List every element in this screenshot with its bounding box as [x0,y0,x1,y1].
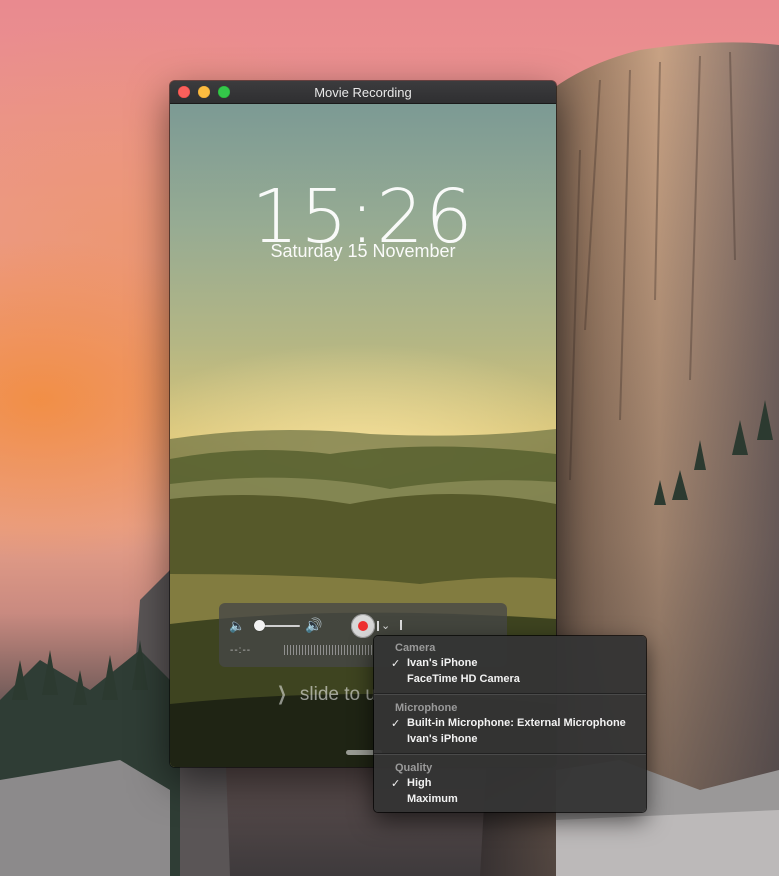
menu-item-label: Ivan's iPhone [407,657,478,669]
menu-item-label: Built-in Microphone: External Microphone [407,717,626,729]
elapsed-time: --:-- [230,645,252,656]
menu-header-camera: Camera [395,642,436,654]
options-menu-button[interactable]: ⌄ [377,619,391,633]
lockscreen-date: Saturday 15 November [270,241,456,261]
file-size-indicator [400,620,402,630]
recording-options-menu: Camera ✓ Ivan's iPhone FaceTime HD Camer… [374,636,646,812]
menu-item-mic-builtin[interactable]: ✓ Built-in Microphone: External Micropho… [374,716,646,732]
menu-item-mic-iphone[interactable]: Ivan's iPhone [374,732,646,748]
window-title: Movie Recording [314,85,412,100]
volume-slider-knob[interactable] [254,620,266,631]
menu-header-microphone: Microphone [395,702,458,714]
menu-header-quality: Quality [395,762,433,774]
menu-item-camera-iphone[interactable]: ✓ Ivan's iPhone [374,656,646,672]
audio-level-meter [284,645,374,655]
menu-item-quality-high[interactable]: ✓ High [374,776,646,792]
options-divider-icon [377,621,379,631]
volume-low-icon: 🔈 [229,618,246,633]
volume-high-icon: 🔊 [305,617,323,633]
record-icon [358,621,368,631]
menu-item-quality-maximum[interactable]: Maximum [374,792,646,808]
menu-item-label: Maximum [407,793,458,805]
chevron-right-icon: ❯ [277,684,287,705]
record-button[interactable] [351,614,375,638]
checkmark-icon: ✓ [391,658,401,670]
menu-item-label: FaceTime HD Camera [407,673,520,685]
checkmark-icon: ✓ [391,718,401,730]
slide-to-unlock-label: slide to u [299,684,376,705]
menu-item-label: Ivan's iPhone [407,733,478,745]
menu-separator [374,693,646,695]
menu-item-camera-facetime[interactable]: FaceTime HD Camera [374,672,646,688]
menu-separator [374,753,646,755]
slide-to-unlock: ❯ slide to u [274,683,376,706]
window-titlebar[interactable]: Movie Recording [170,81,556,104]
chevron-down-icon: ⌄ [381,620,391,632]
menu-item-label: High [407,777,432,789]
checkmark-icon: ✓ [391,778,401,790]
